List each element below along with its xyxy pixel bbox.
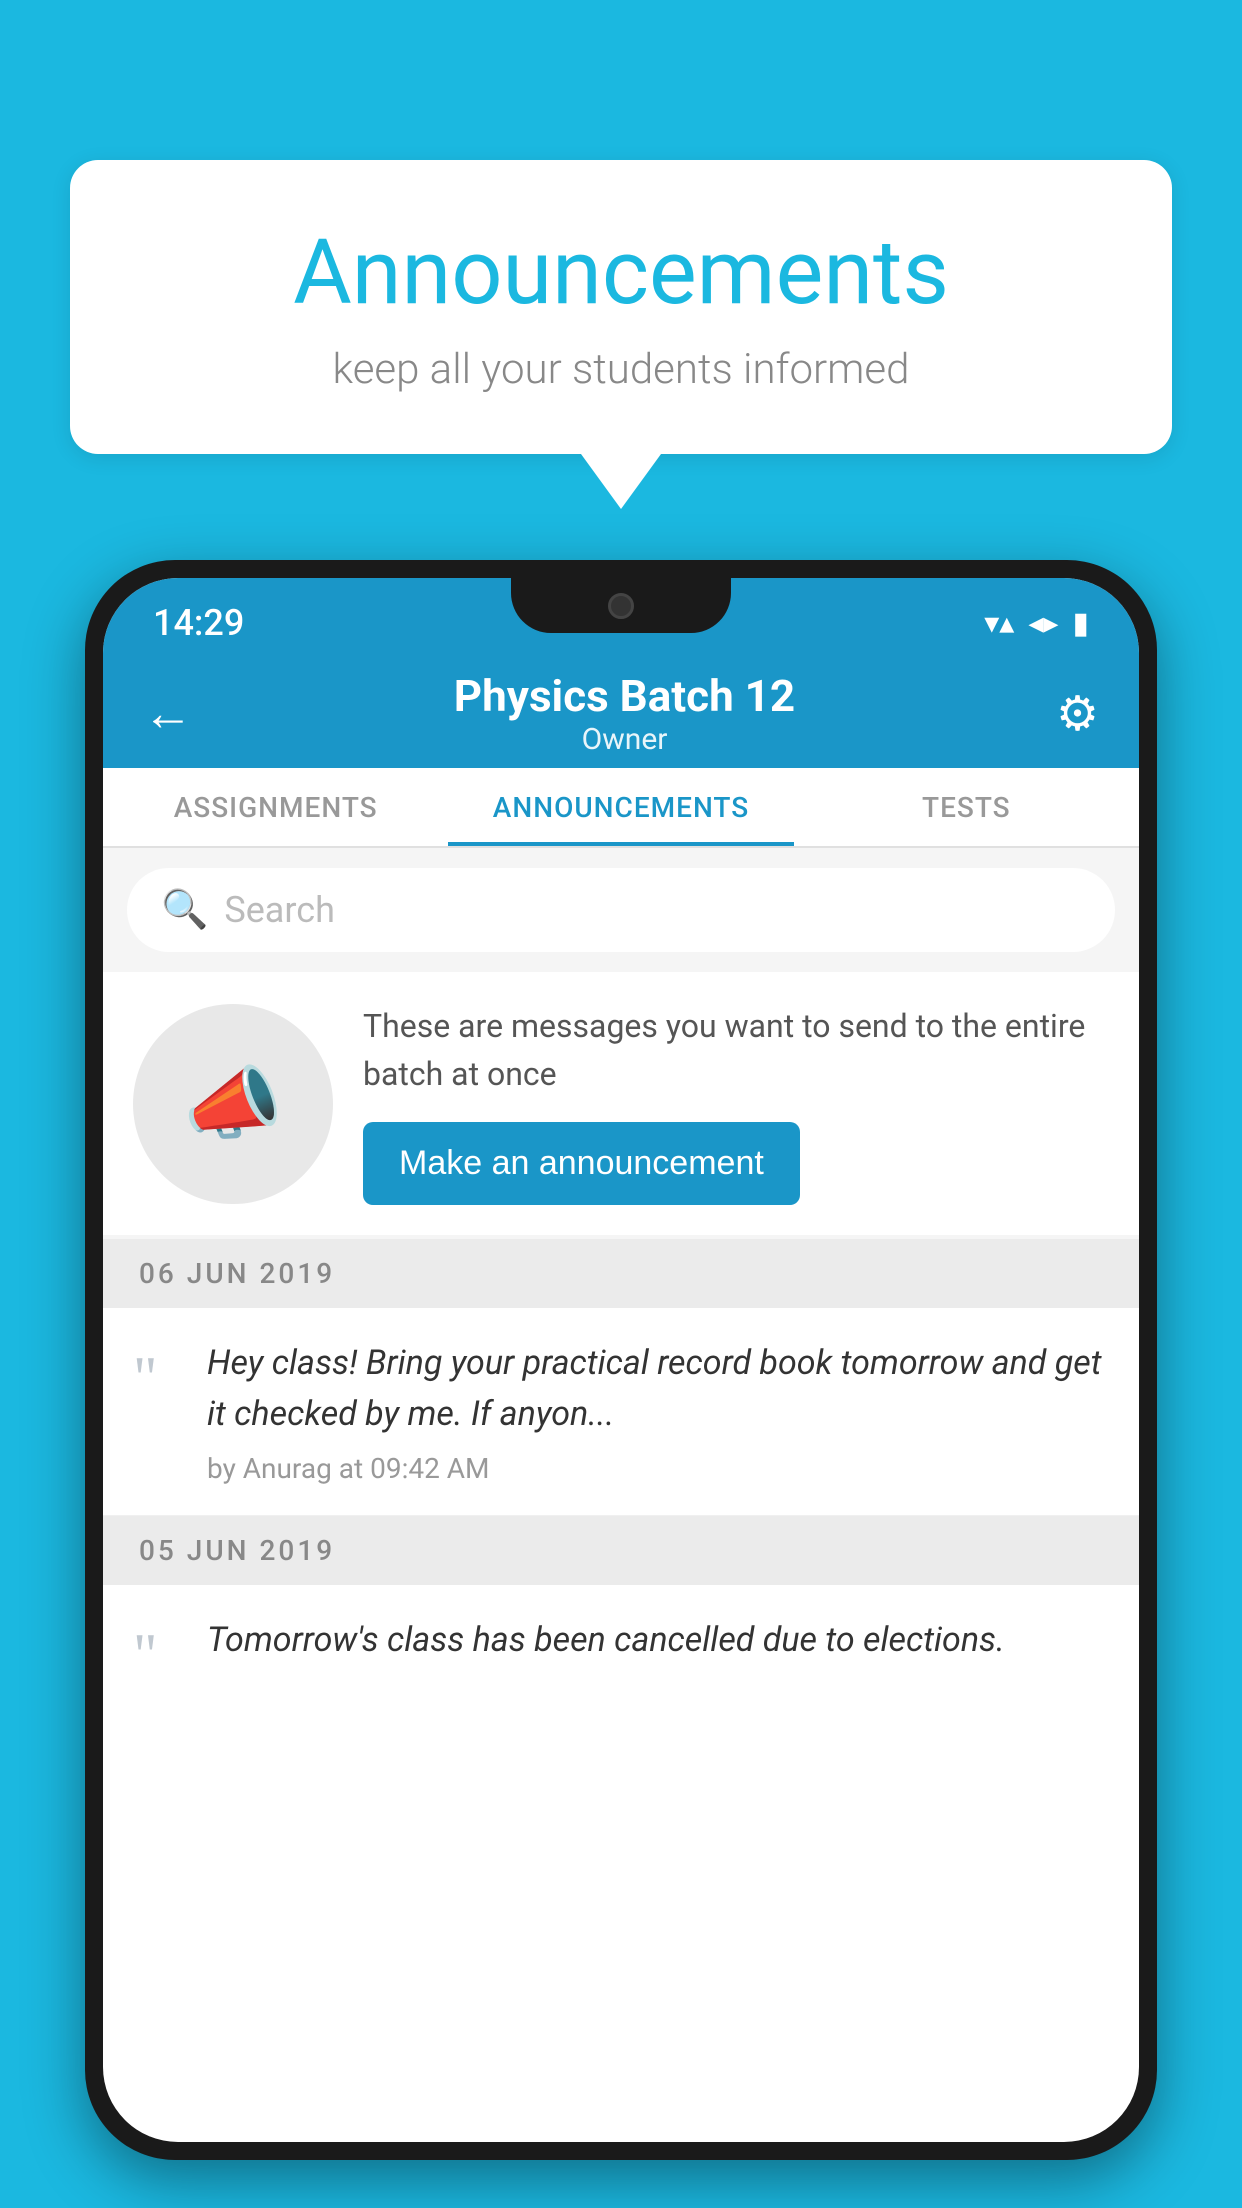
tab-assignments[interactable]: ASSIGNMENTS <box>103 768 448 846</box>
announcement-meta-1: by Anurag at 09:42 AM <box>207 1452 1109 1485</box>
header-title: Physics Batch 12 <box>454 670 795 722</box>
tabs-bar: ASSIGNMENTS ANNOUNCEMENTS TESTS <box>103 768 1139 848</box>
signal-icon: ◂▸ <box>1028 606 1058 641</box>
speech-bubble-section: Announcements keep all your students inf… <box>70 160 1172 509</box>
announcement-text-2: Tomorrow's class has been cancelled due … <box>207 1615 1109 1666</box>
promo-right: These are messages you want to send to t… <box>363 1002 1109 1205</box>
date-separator-1: 06 JUN 2019 <box>103 1239 1139 1308</box>
promo-description: These are messages you want to send to t… <box>363 1002 1109 1098</box>
status-time: 14:29 <box>153 602 244 644</box>
battery-icon: ▮ <box>1072 606 1089 641</box>
camera-notch <box>608 593 634 619</box>
search-placeholder-text: Search <box>224 889 335 931</box>
phone-screen: 14:29 ▾▴ ◂▸ ▮ ← Physics Batch 12 Owner ⚙… <box>103 578 1139 2142</box>
tab-tests[interactable]: TESTS <box>794 768 1139 846</box>
phone-mockup: 14:29 ▾▴ ◂▸ ▮ ← Physics Batch 12 Owner ⚙… <box>85 560 1157 2160</box>
speech-bubble-card: Announcements keep all your students inf… <box>70 160 1172 454</box>
speech-bubble-tail <box>581 454 661 509</box>
megaphone-icon: 📣 <box>183 1057 283 1151</box>
phone-notch <box>511 578 731 633</box>
make-announcement-button[interactable]: Make an announcement <box>363 1122 800 1205</box>
announcement-content-2: Tomorrow's class has been cancelled due … <box>207 1615 1109 1678</box>
date-separator-2: 05 JUN 2019 <box>103 1516 1139 1585</box>
header-subtitle: Owner <box>454 722 795 757</box>
header-center: Physics Batch 12 Owner <box>454 670 795 757</box>
bubble-subtitle: keep all your students informed <box>150 345 1092 394</box>
wifi-icon: ▾▴ <box>984 606 1014 641</box>
tab-announcements[interactable]: ANNOUNCEMENTS <box>448 768 793 846</box>
back-button[interactable]: ← <box>143 684 193 743</box>
announcement-content-1: Hey class! Bring your practical record b… <box>207 1338 1109 1485</box>
content-area: 🔍 Search 📣 These are messages you want t… <box>103 848 1139 1715</box>
promo-box: 📣 These are messages you want to send to… <box>103 972 1139 1235</box>
announcement-item-1[interactable]: " Hey class! Bring your practical record… <box>103 1308 1139 1516</box>
announcement-text-1: Hey class! Bring your practical record b… <box>207 1338 1109 1440</box>
gear-icon[interactable]: ⚙ <box>1056 685 1099 742</box>
app-header: ← Physics Batch 12 Owner ⚙ <box>103 658 1139 768</box>
phone-outer: 14:29 ▾▴ ◂▸ ▮ ← Physics Batch 12 Owner ⚙… <box>85 560 1157 2160</box>
bubble-title: Announcements <box>150 220 1092 325</box>
search-bar[interactable]: 🔍 Search <box>127 868 1115 952</box>
promo-icon-circle: 📣 <box>133 1004 333 1204</box>
status-icons: ▾▴ ◂▸ ▮ <box>984 606 1089 641</box>
quote-icon-1: " <box>133 1348 183 1408</box>
search-icon: 🔍 <box>161 888 208 932</box>
announcement-item-2[interactable]: " Tomorrow's class has been cancelled du… <box>103 1585 1139 1715</box>
quote-icon-2: " <box>133 1625 183 1685</box>
